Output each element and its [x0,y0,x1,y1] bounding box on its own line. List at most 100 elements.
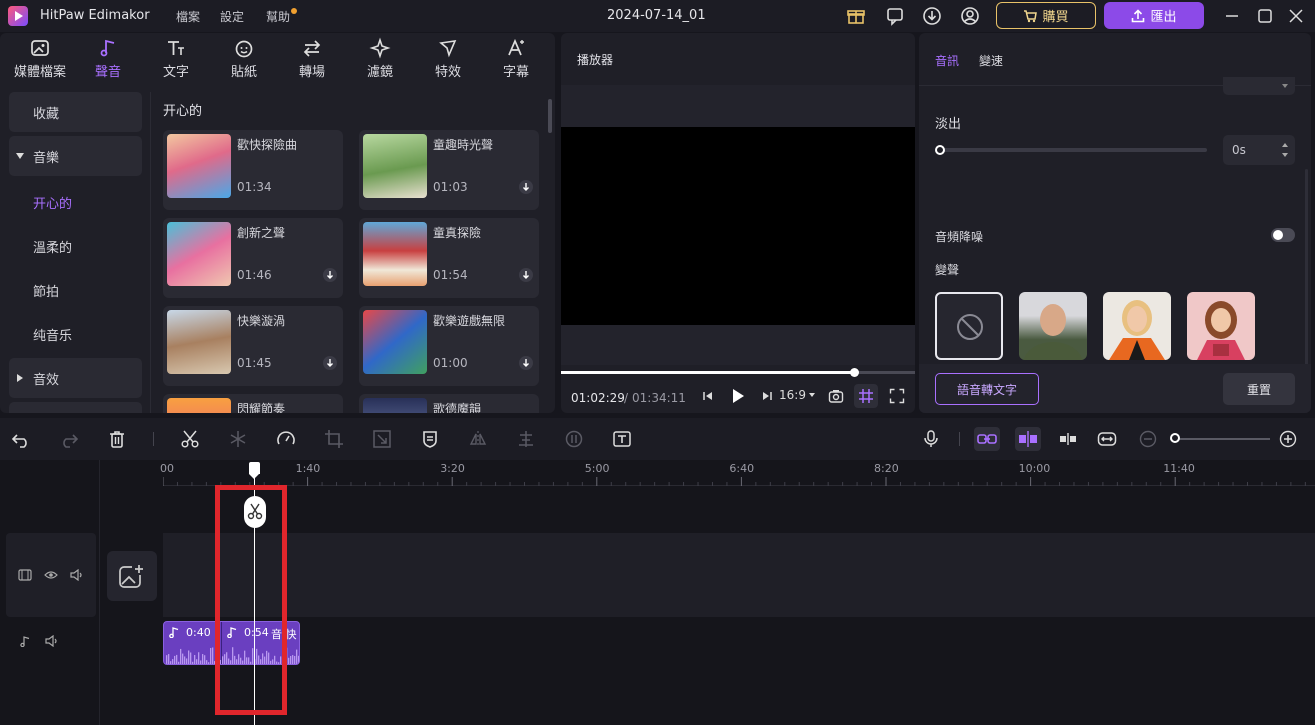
progress-handle[interactable] [850,368,860,377]
tool-filter[interactable]: 濾鏡 [345,37,415,83]
track-card[interactable]: 童真探險 01:54 [359,218,539,298]
tool-audio[interactable]: 聲音 [73,37,143,83]
gift-icon[interactable] [846,6,866,26]
voice-option-woman[interactable] [1103,292,1171,360]
aspect-ratio-select[interactable]: 16:9 [779,388,816,402]
crop-icon[interactable] [324,429,344,449]
video-preview[interactable] [561,127,915,325]
undo-icon[interactable] [11,429,31,449]
voice-option-man[interactable] [1019,292,1087,360]
tool-subtitle[interactable]: 字幕 [481,37,551,83]
waveform-bar [208,662,210,664]
track-icon[interactable] [18,569,32,581]
track-card[interactable]: 童趣時光聲 01:03 [359,130,539,210]
speech-to-text-button[interactable]: 語音轉文字 [935,373,1039,405]
next-frame-icon[interactable] [760,389,774,403]
sidebar-item-beat[interactable]: 節拍 [9,270,142,310]
sidebar-item-happy[interactable]: 开心的 [9,182,142,222]
properties-scrollbar[interactable] [1305,169,1308,369]
snapshot-icon[interactable] [828,388,844,404]
clipped-select[interactable] [1223,77,1295,95]
sidebar-item-gentle[interactable]: 溫柔的 [9,226,142,266]
ruler-label: 6:40 [729,462,755,475]
redo-icon[interactable] [59,429,79,449]
menu-help[interactable]: 幫助 [266,8,290,25]
add-media-button[interactable] [107,551,157,601]
grid-icon[interactable] [854,384,878,408]
account-icon[interactable] [960,6,980,26]
snap-icon[interactable] [1015,427,1041,451]
split-icon[interactable] [180,429,200,449]
track-card[interactable]: 快樂漩渦 01:45 [163,306,343,386]
tool-transition[interactable]: 轉場 [277,37,347,83]
tool-media[interactable]: 媒體檔案 [5,37,75,83]
tool-effect[interactable]: 特效 [413,37,483,83]
link-icon[interactable] [974,427,1000,451]
video-track-lane[interactable] [163,533,1315,617]
reset-button[interactable]: 重置 [1223,373,1295,405]
speed-icon[interactable] [276,429,296,449]
feedback-icon[interactable] [885,6,905,26]
download-icon[interactable] [519,180,533,194]
download-icon[interactable] [323,268,337,282]
split-view-icon[interactable] [1058,429,1078,449]
zoom-slider[interactable] [1170,438,1270,440]
menu-settings[interactable]: 設定 [220,8,244,25]
scrollbar[interactable] [548,99,552,133]
speaker-icon[interactable] [70,569,84,581]
close-icon[interactable] [1286,6,1306,26]
track-card[interactable]: 歡快探險曲 01:34 [163,130,343,210]
maximize-icon[interactable] [1255,6,1275,26]
track-card[interactable]: 歌德魔韻 [359,394,539,413]
sidebar-item-more[interactable] [9,402,142,413]
tool-sticker[interactable]: 貼紙 [209,37,279,83]
time-ruler[interactable]: 00 1:40 3:20 5:00 6:40 8:20 10:00 11:40 [160,460,1315,486]
text-box-icon[interactable] [612,429,632,449]
voice-none-option[interactable] [935,292,1003,360]
download-icon[interactable] [323,356,337,370]
reverse-icon[interactable] [564,429,584,449]
sidebar-item-favorites[interactable]: 收藏 [9,92,142,132]
sidebar-item-sound-effects[interactable]: 音效 [9,358,142,398]
fade-out-slider[interactable] [939,148,1207,152]
export-button[interactable]: 匯出 [1104,2,1204,29]
fade-out-slider-handle[interactable] [935,145,945,155]
denoise-toggle[interactable] [1271,228,1295,242]
menu-file[interactable]: 檔案 [176,8,200,25]
tool-text[interactable]: 文字 [141,37,211,83]
progress-track[interactable] [561,371,915,374]
align-icon[interactable] [516,429,536,449]
zoom-in-icon[interactable] [1278,429,1298,449]
prev-frame-icon[interactable] [701,389,715,403]
fullscreen-icon[interactable] [889,388,905,404]
voice-option-girl[interactable] [1187,292,1255,360]
track-card[interactable]: 歡樂遊戲無限 01:00 [359,306,539,386]
stepper-arrows-icon[interactable] [1281,141,1289,159]
microphone-icon[interactable] [921,429,941,449]
flip-icon[interactable] [468,429,488,449]
play-icon[interactable] [731,388,745,404]
audio-speaker-icon[interactable] [45,635,59,647]
download-icon[interactable] [519,356,533,370]
zoom-slider-handle[interactable] [1170,433,1180,443]
fade-out-stepper[interactable]: 0s [1223,135,1295,165]
track-card[interactable]: 閃耀節奏 [163,394,343,413]
freeze-icon[interactable] [228,429,248,449]
zoom-out-icon[interactable] [1138,429,1158,449]
fit-width-icon[interactable] [1097,429,1117,449]
buy-button[interactable]: 購買 [996,2,1096,29]
download-icon[interactable] [519,268,533,282]
tab-speed[interactable]: 變速 [979,52,1003,69]
delete-icon[interactable] [107,429,127,449]
sidebar-item-music[interactable]: 音樂 [9,136,142,176]
download-icon[interactable] [922,6,942,26]
track-card[interactable]: 創新之聲 01:46 [163,218,343,298]
playhead-handle[interactable] [249,462,260,474]
sidebar-item-pure-music[interactable]: 纯音乐 [9,314,142,354]
mask-icon[interactable] [420,429,440,449]
eye-icon[interactable] [44,569,58,581]
tab-audio[interactable]: 音訊 [935,52,959,69]
resize-icon[interactable] [372,429,392,449]
waveform-bar [190,652,192,664]
minimize-icon[interactable] [1222,6,1242,26]
